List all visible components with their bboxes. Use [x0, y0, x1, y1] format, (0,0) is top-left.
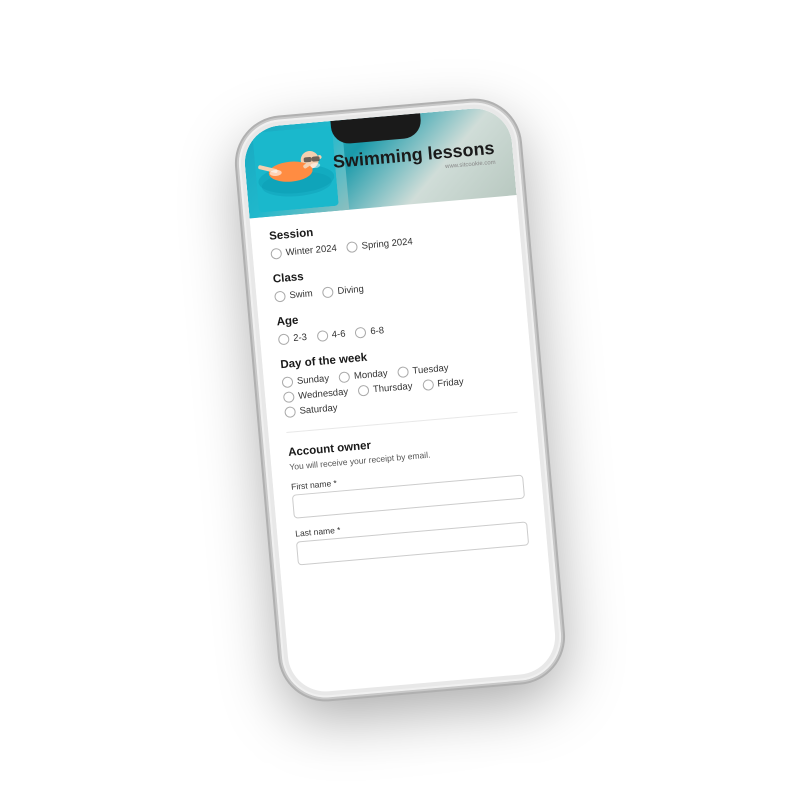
day-radio-wednesday[interactable] — [283, 391, 295, 403]
age-option-4-6[interactable]: 4-6 — [316, 329, 346, 342]
day-radio-saturday[interactable] — [284, 406, 296, 418]
day-label-sunday: Sunday — [297, 373, 330, 387]
class-option-diving[interactable]: Diving — [322, 284, 364, 299]
class-label-diving: Diving — [337, 284, 364, 297]
scene: Swimming lessons www.sitcookie.com Sessi… — [0, 0, 800, 800]
phone-shell: Swimming lessons www.sitcookie.com Sessi… — [235, 99, 564, 701]
day-label-tuesday: Tuesday — [412, 363, 449, 377]
day-radio-thursday[interactable] — [358, 385, 370, 397]
app-title-block: Swimming lessons www.sitcookie.com — [332, 138, 496, 181]
day-section: Day of the week Sunday Monday — [280, 339, 516, 418]
day-option-saturday[interactable]: Saturday — [284, 402, 338, 418]
swimmer-image — [252, 126, 339, 213]
session-label-winter: Winter 2024 — [285, 243, 337, 258]
age-label-4-6: 4-6 — [331, 329, 346, 341]
day-option-monday[interactable]: Monday — [339, 368, 389, 383]
age-label-6-8: 6-8 — [370, 325, 385, 337]
day-label-wednesday: Wednesday — [298, 387, 349, 402]
age-option-2-3[interactable]: 2-3 — [278, 332, 308, 345]
age-radio-6-8[interactable] — [355, 327, 367, 339]
form-area: Session Winter 2024 Spring 2024 — [250, 195, 550, 591]
first-name-field-group: First name * — [291, 462, 525, 519]
day-option-wednesday[interactable]: Wednesday — [283, 387, 349, 404]
session-option-spring[interactable]: Spring 2024 — [346, 236, 413, 253]
age-label-2-3: 2-3 — [293, 332, 308, 344]
class-section: Class Swim Diving — [273, 253, 507, 302]
day-option-friday[interactable]: Friday — [422, 376, 464, 391]
day-label-saturday: Saturday — [299, 402, 338, 416]
account-section: Account owner You will receive your rece… — [288, 427, 529, 566]
day-option-thursday[interactable]: Thursday — [358, 381, 413, 397]
session-option-winter[interactable]: Winter 2024 — [270, 243, 337, 260]
session-radio-winter[interactable] — [270, 248, 282, 260]
class-radio-diving[interactable] — [322, 286, 334, 298]
day-label-friday: Friday — [437, 376, 464, 389]
day-option-sunday[interactable]: Sunday — [282, 373, 330, 388]
day-label-monday: Monday — [354, 368, 389, 382]
day-radio-tuesday[interactable] — [397, 366, 409, 378]
age-radio-2-3[interactable] — [278, 333, 290, 345]
session-section: Session Winter 2024 Spring 2024 — [269, 211, 503, 260]
session-label-spring: Spring 2024 — [361, 236, 413, 251]
day-label-thursday: Thursday — [373, 381, 413, 395]
day-radio-friday[interactable] — [422, 379, 434, 391]
age-radio-4-6[interactable] — [316, 330, 328, 342]
class-radio-swim[interactable] — [274, 291, 286, 303]
class-label-swim: Swim — [289, 288, 313, 301]
age-section: Age 2-3 4-6 6 — [276, 296, 510, 345]
phone-inner: Swimming lessons www.sitcookie.com Sessi… — [242, 105, 558, 694]
class-option-swim[interactable]: Swim — [274, 288, 313, 302]
screen-content: Swimming lessons www.sitcookie.com Sessi… — [242, 105, 558, 694]
day-radio-sunday[interactable] — [282, 376, 294, 388]
age-option-6-8[interactable]: 6-8 — [355, 325, 385, 338]
last-name-field-group: Last name * — [295, 508, 529, 565]
day-option-tuesday[interactable]: Tuesday — [397, 363, 449, 378]
day-radio-monday[interactable] — [339, 371, 351, 383]
session-radio-spring[interactable] — [346, 241, 358, 253]
